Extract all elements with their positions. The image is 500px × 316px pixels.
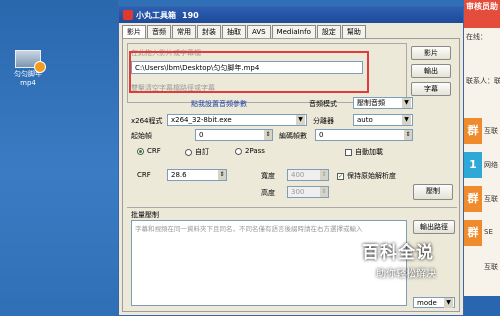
tab-settings[interactable]: 設定 [316,25,341,38]
side-label: 互联 [484,127,498,135]
highlight-box [129,51,369,93]
mode-custom-label: 自訂 [195,148,209,156]
subtitle-button[interactable]: 字幕 [411,82,451,96]
watermark-title: 百科全说 [362,243,434,263]
desktop-video-file[interactable]: 匀匀脚年 mp4 [6,50,50,88]
tab-bar: 影片 音频 常用 封装 抽取 AVS MediaInfo 設定 幫助 [119,25,463,38]
online-label: 在线： [466,33,487,41]
x264-label: x264程式 [131,117,163,125]
tab-audio[interactable]: 音频 [147,25,171,38]
window-version: 190 [182,10,199,20]
width-stepper[interactable]: 400 [287,169,329,181]
checkbox-checked-icon: ✓ [337,172,344,180]
window-title: 小丸工具箱 [136,10,176,20]
width-label: 寬度 [261,172,275,180]
side-label: 网络 [484,161,498,169]
batch-hint: 字幕和視頻在同一資料夾下且同名，不同名僅有語言後綴時請在右方選擇或輸入 [135,225,363,233]
tab-common[interactable]: 常用 [172,25,196,38]
side-panel-footer [464,296,500,316]
x264-select[interactable]: x264_32-8bit.exe [167,114,307,126]
auto-load-label: 自動加載 [355,148,383,156]
side-label: SE [484,228,493,236]
watermark-subtitle: 助你轻松解决 [376,269,436,280]
group-badge[interactable]: 群 [464,118,482,144]
tab-help[interactable]: 幫助 [341,25,366,38]
group-badge[interactable]: 群 [464,220,482,246]
encode-frames-stepper[interactable]: 0 [315,129,413,141]
batch-output-button[interactable]: 輸出路徑 [413,220,455,234]
height-stepper[interactable]: 300 [287,186,329,198]
radio-icon [235,147,242,155]
tab-avs[interactable]: AVS [247,25,271,38]
keep-resolution-label: 保持原始解析度 [347,172,396,180]
title-bar[interactable]: 小丸工具箱 190 [119,7,463,23]
count-badge[interactable]: 1 [464,152,482,178]
auto-load-checkbox[interactable]: 自動加載 [345,147,383,157]
tab-mux[interactable]: 封装 [197,25,221,38]
tab-mediainfo[interactable]: MediaInfo [271,25,316,38]
tab-extract[interactable]: 抽取 [222,25,246,38]
batch-divider [127,207,457,208]
tab-video[interactable]: 影片 [122,25,146,38]
radio-selected-icon [137,147,144,155]
checkbox-icon [345,148,352,156]
mode-crf-label: CRF [147,147,161,155]
desktop: 匀匀脚年 mp4 [0,0,118,316]
group-badge[interactable]: 群 [464,186,482,212]
side-panel: 审核员助 在线： 联系人：联系 群 互联 1 网络 群 互联 群 SE 互联 [464,0,500,316]
crf-label: CRF [137,171,151,179]
encode-button[interactable]: 壓制 [413,184,453,200]
mode-2pass-radio[interactable]: 2Pass [235,147,265,155]
radio-icon [185,148,192,156]
desktop-file-ext: mp4 [20,79,36,87]
audio-mode-select[interactable]: 壓制音頻 [353,97,413,109]
mode-crf-radio[interactable]: CRF [137,147,161,155]
app-logo-icon [123,10,133,20]
watermark: 百科全说 助你轻松解决 [362,238,472,286]
side-label: 互联 [484,263,498,271]
height-label: 高度 [261,189,275,197]
splitter-label: 分離器 [313,117,334,125]
contact-label: 联系人：联系 [466,77,500,85]
keep-resolution-checkbox[interactable]: ✓ 保持原始解析度 [337,171,396,181]
audio-settings-link[interactable]: 點我設置音頻參數 [191,99,247,109]
side-label: 互联 [484,195,498,203]
video-button[interactable]: 影片 [411,46,451,60]
video-thumbnail-icon [15,50,46,73]
output-button[interactable]: 輸出 [411,64,451,78]
side-panel-header: 审核员助 [464,0,500,28]
batch-mode-select[interactable]: mode [413,297,455,308]
splitter-select[interactable]: auto [353,114,413,126]
encode-frames-label: 編碼幀數 [279,132,307,140]
batch-title: 批量壓制 [131,211,159,219]
mode-custom-radio[interactable]: 自訂 [185,147,209,157]
crf-stepper[interactable]: 28.6 [167,169,227,181]
audio-mode-label: 音頻模式 [309,100,337,108]
mode-2pass-label: 2Pass [245,147,265,155]
start-frame-stepper[interactable]: 0 [195,129,273,141]
start-frame-label: 起始幀 [131,132,152,140]
